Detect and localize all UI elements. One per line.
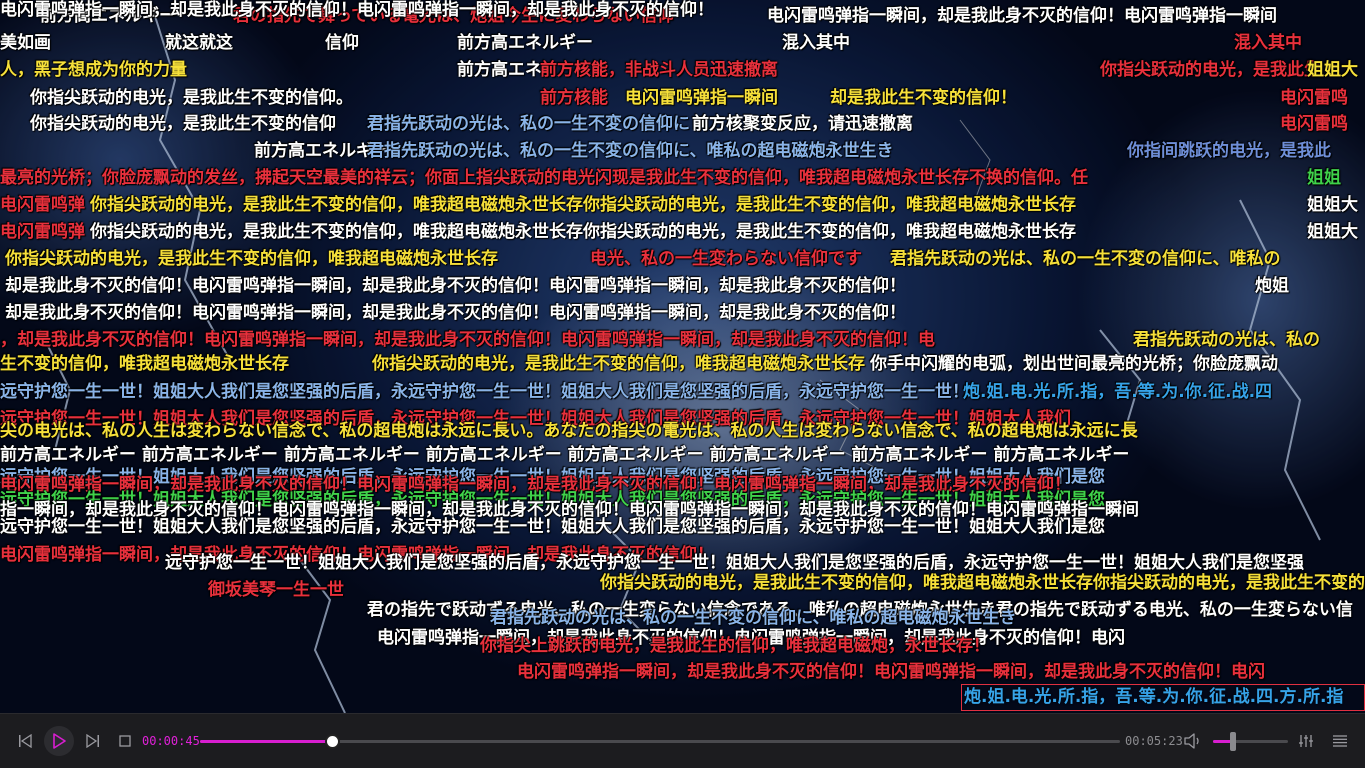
danmaku-comment: 你指尖跃动的电光，是我此生不变的信仰。 (30, 88, 353, 108)
danmaku-comment: 你指间跳跃的电光，是我此 (1127, 141, 1331, 161)
danmaku-comment: 御坂美琴一生一世 (208, 580, 344, 600)
current-time: 00:00:45 (142, 734, 200, 748)
skip-previous-icon (19, 734, 32, 748)
danmaku-comment: 你指尖跃动的电光，是我此生不变的信仰，唯我超电磁炮永世长存 (5, 249, 498, 269)
danmaku-comment: 生不变的信仰，唯我超电磁炮永世长存 (0, 354, 289, 374)
danmaku-comment: 前方核能 (540, 88, 608, 108)
progress-fill (200, 740, 332, 743)
danmaku-comment: 前方核聚变反应，请迅速撤离 (692, 114, 913, 134)
danmaku-comment: 远守护您一生一世！姐姐大人我们是您坚强的后盾，永远守护您一生一世！姐姐大人我们是… (0, 382, 969, 402)
stop-button[interactable] (114, 728, 136, 754)
danmaku-comment: 尖の电光は、私の人生は変わらない信念で、私の超电炮は永远に長い。あなたの指尖の電… (0, 421, 1138, 441)
danmaku-comment: 君指先跃动の光は、私の一生不変の信仰に、唯私の超电磁炮永世生き (490, 608, 1017, 628)
danmaku-comment: 前方高エネ (457, 60, 542, 80)
danmaku-comment: 你手中闪耀的电弧，划出世间最亮的光桥；你脸庞飘动 (870, 354, 1278, 374)
danmaku-comment: 就这就这 (165, 33, 233, 53)
danmaku-comment: 你指尖跃动的电光，是我此生不变的信仰，唯我超电磁炮永世长存 (372, 354, 865, 374)
danmaku-comment: 远守护您一生一世！姐姐大人我们是您坚强的后盾，永远守护您一生一世！姐姐大人我们是… (0, 517, 1105, 537)
danmaku-comment: 却是我此身不灭的信仰！电闪雷鸣弹指一瞬间，却是我此身不灭的信仰！电闪雷鸣弹指一瞬… (5, 303, 906, 323)
danmaku-comment: 你指尖跃动的电光，是我此生不变的信仰 (30, 114, 336, 134)
danmaku-comment: 远守护您一生一世！姐姐大人我们是您坚强的后盾，永远守护您一生一世！姐姐大人我们是… (165, 553, 1304, 573)
volume-slider[interactable] (1213, 732, 1288, 751)
danmaku-comment: 美如画 (0, 33, 51, 53)
danmaku-comment: 却是我此生不变的信仰！ (830, 88, 1017, 108)
danmaku-comment: 电闪雷鸣弹指一瞬间，却是我此身不灭的信仰！电闪雷鸣弹指一瞬间，却是我此身不灭的信… (0, 0, 714, 20)
equalizer-icon (1299, 735, 1313, 747)
danmaku-comment: 信仰 (325, 33, 359, 53)
danmaku-comment: 电闪雷鸣弹指一瞬间，却是我此身不灭的信仰！电闪雷鸣弹指一瞬间 (767, 6, 1277, 26)
danmaku-comment: 电光、私の一生変わらない信仰です (590, 249, 862, 269)
skip-next-icon (86, 734, 99, 748)
play-button[interactable] (44, 726, 74, 756)
danmaku-comment: 你指尖跃动的电光，是我此生不变的信仰，唯我超电磁炮永世长存你指尖跃动的电光，是我… (90, 195, 1076, 215)
playlist-icon (1333, 735, 1347, 747)
danmaku-comment: 却是我此身不灭的信仰！电闪雷鸣弹指一瞬间，却是我此身不灭的信仰！电闪雷鸣弹指一瞬… (5, 276, 906, 296)
danmaku-comment: 混入其中 (782, 33, 850, 53)
video-frame[interactable]: 前方高エネルギー 君の指先で舞っている電光は、炮姐今生に変わらない信仰 电闪雷鸣弹指… (0, 0, 1365, 713)
player-control-bar: 00:00:45 00:05:23 (0, 713, 1365, 768)
danmaku-comment: 君指先跃动の光は、私の一生不変の信仰に、唯私の超电磁炮永世生き (367, 141, 894, 161)
next-button[interactable] (80, 728, 106, 754)
danmaku-comment: 姐姐 (1307, 168, 1341, 188)
volume-button[interactable] (1182, 728, 1204, 754)
danmaku-comment: 君指先跃动の光は、私の一生不変の信仰に、唯私の (890, 249, 1281, 269)
danmaku-comment: 电闪雷鸣弹 (0, 195, 85, 215)
danmaku-comment: 姐姐大 (1307, 195, 1358, 215)
danmaku-comment: 你指尖上跳跃的电光，是我此生的信仰，唯我超电磁炮，永世长存！ (480, 636, 990, 656)
highlighted-danmaku[interactable]: 炮.姐.电.光.所.指，吾.等.为.你.征.战.四.方.所.指 (961, 684, 1365, 711)
danmaku-comment: 电闪雷鸣弹指一瞬间 (625, 88, 778, 108)
danmaku-comment: 君指先跃动の光は、私の (1133, 330, 1320, 350)
danmaku-comment: 电闪雷鸣弹指一瞬间，却是我此身不灭的信仰！电闪雷鸣弹指一瞬间，却是我此身不灭的信… (517, 662, 1265, 682)
danmaku-comment: ，却是我此身不灭的信仰！电闪雷鸣弹指一瞬间，却是我此身不灭的信仰！电闪雷鸣弹指一… (0, 330, 935, 350)
danmaku-comment: 混入其中 (1234, 33, 1302, 53)
previous-button[interactable] (12, 728, 38, 754)
danmaku-comment: 电闪雷鸣弹 (0, 222, 85, 242)
danmaku-comment: 姐姐大 (1307, 60, 1358, 80)
danmaku-comment: 前方高エネルギー 前方高エネルギー 前方高エネルギー 前方高エネルギー 前方高エ… (0, 445, 1130, 465)
danmaku-comment: 前方核能，非战斗人员迅速撤离 (540, 60, 778, 80)
danmaku-comment: 电闪雷鸣 (1280, 114, 1348, 134)
total-time: 00:05:23 (1125, 734, 1183, 748)
danmaku-comment: 最亮的光桥；你脸庞飘动的发丝，拂起天空最美的祥云；你面上指尖跃动的电光闪现是我此… (0, 168, 1088, 188)
danmaku-comment: 炮.姐.电.光.所.指，吾.等.为.你.征.战.四 (963, 382, 1273, 402)
danmaku-comment: 前方高エネルギー (457, 33, 593, 53)
danmaku-comment: 姐姐大 (1307, 222, 1358, 242)
equalizer-button[interactable] (1294, 728, 1318, 754)
playlist-button[interactable] (1328, 728, 1352, 754)
volume-handle[interactable] (1230, 732, 1237, 751)
progress-bar[interactable] (200, 734, 1120, 749)
danmaku-comment: 电闪雷鸣 (1280, 88, 1348, 108)
danmaku-comment: 你指尖跃动的电光，是我此生不变的信仰，唯我超电磁炮永世长存你指尖跃动的电光，是我… (90, 222, 1076, 242)
play-icon (53, 733, 66, 749)
danmaku-comment: 炮姐 (1255, 276, 1289, 296)
danmaku-comment: 你指尖跃动的电光，是我此生不变的信仰，唯我超电磁炮永世长存你指尖跃动的电光，是我… (600, 573, 1365, 593)
highlighted-danmaku-text: 炮.姐.电.光.所.指，吾.等.为.你.征.战.四.方.所.指 (964, 687, 1344, 707)
stop-icon (119, 735, 131, 747)
volume-icon (1184, 733, 1199, 749)
danmaku-comment: 君指先跃动の光は、私の一生不変の信仰に (367, 114, 690, 134)
danmaku-comment: 你指尖跃动的电光，是我此生 (1100, 60, 1321, 80)
danmaku-comment: 人，黑子想成为你的力量 (0, 60, 187, 80)
progress-handle[interactable] (324, 734, 340, 749)
